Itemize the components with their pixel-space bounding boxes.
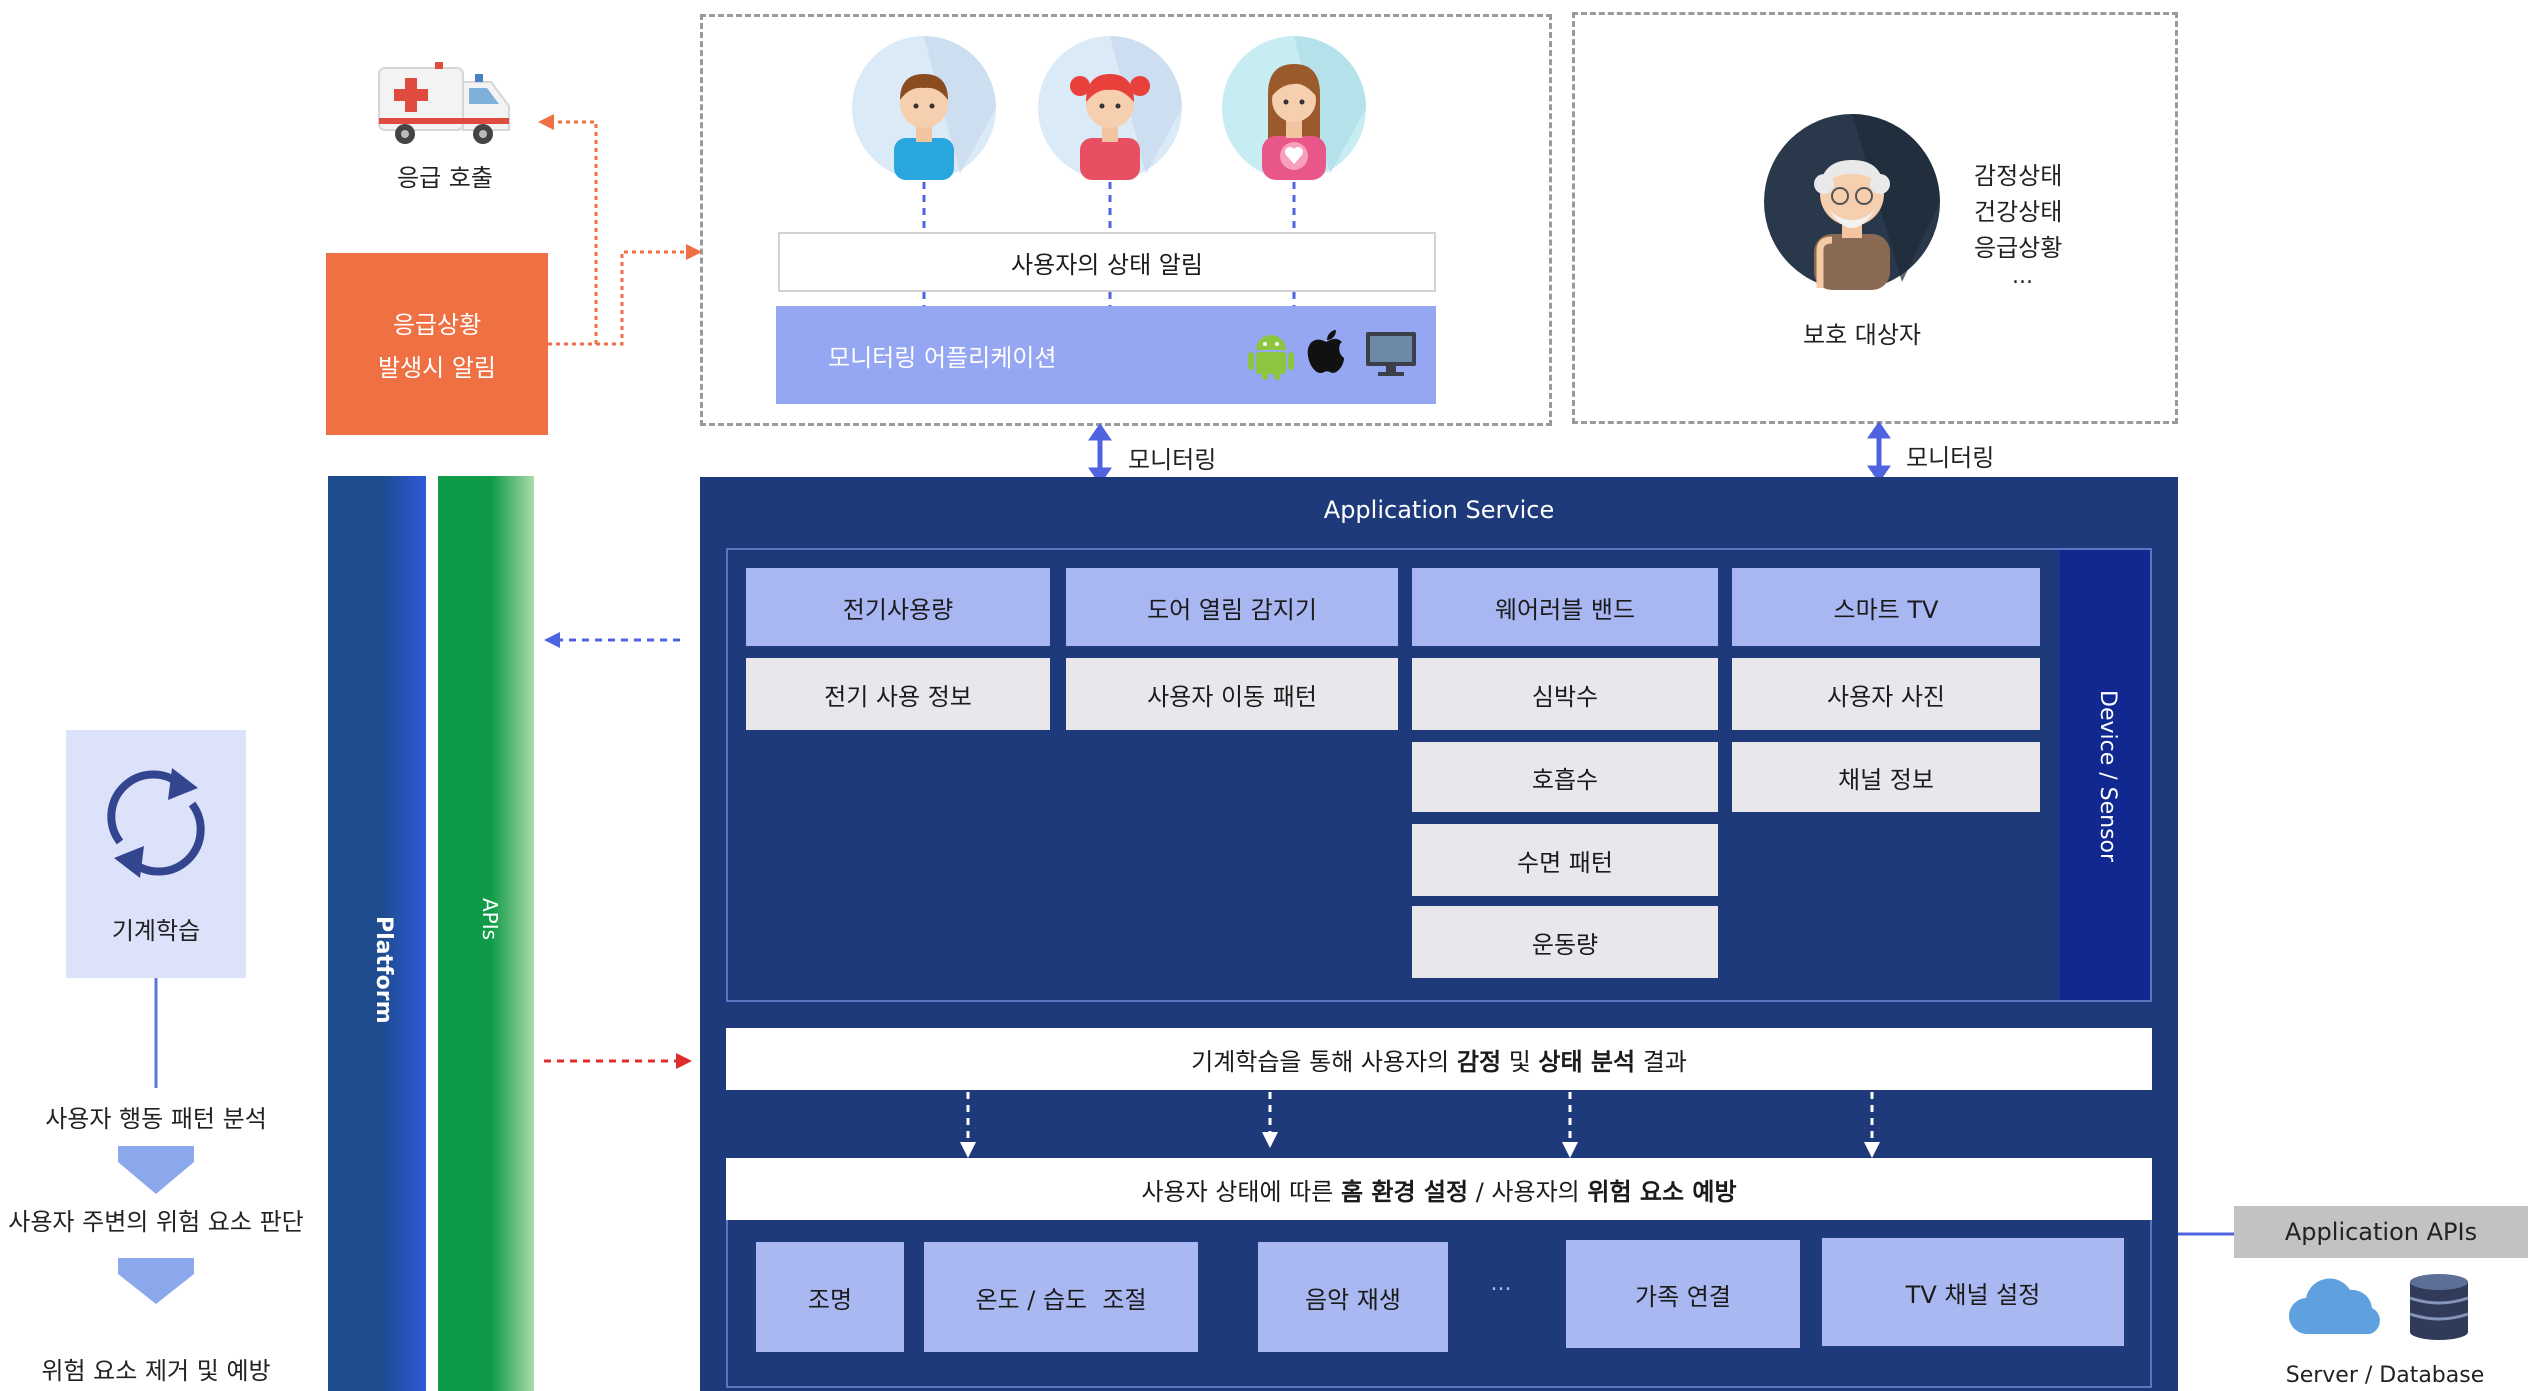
- cloud-icon: [2288, 1272, 2386, 1338]
- app-apis-header: Application APIs: [2234, 1206, 2528, 1258]
- server-database-label: Server / Database: [2285, 1362, 2485, 1388]
- database-icon: [2408, 1272, 2470, 1340]
- app-apis-connector: [2178, 1232, 2236, 1236]
